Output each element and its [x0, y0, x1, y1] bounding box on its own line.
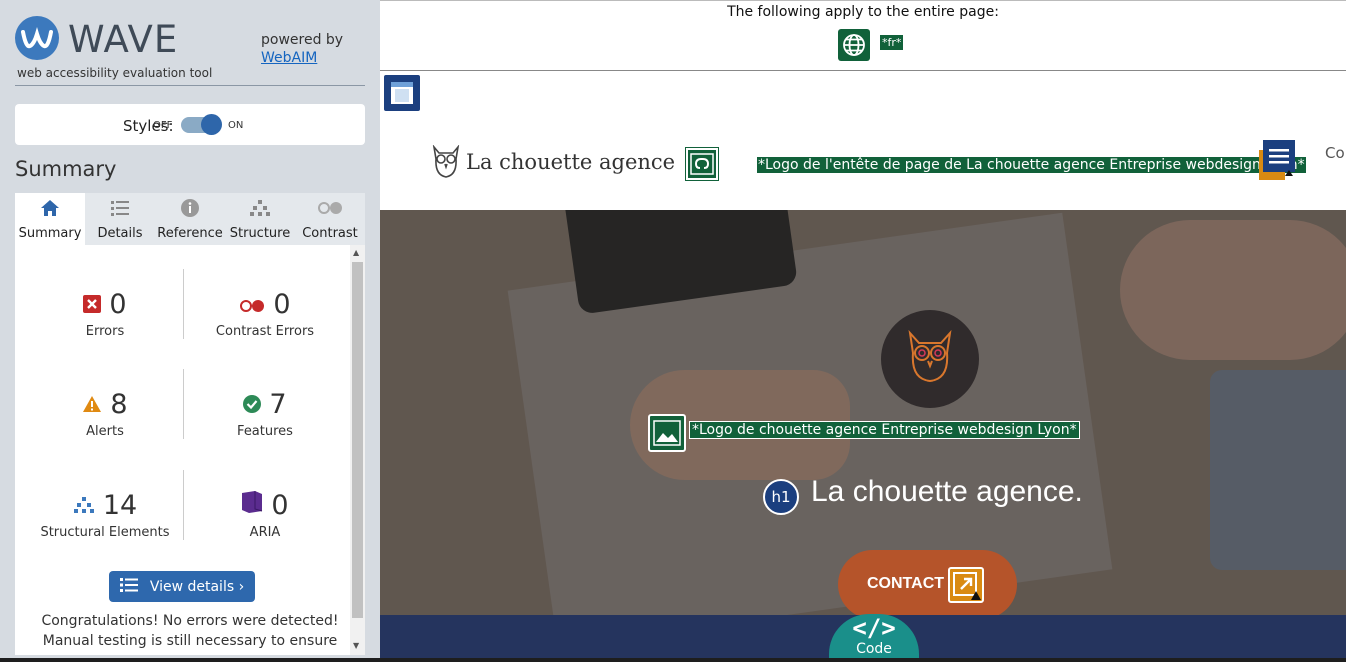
tab-label: Summary [18, 226, 82, 241]
brand-name[interactable]: La chouette agence [466, 150, 675, 174]
wave-tagline: web accessibility evaluation tool [17, 66, 213, 80]
alert-icon [82, 389, 102, 420]
contrast-error-icon [239, 289, 265, 320]
feature-icon [243, 389, 262, 420]
summary-panel: 0 Errors 0 Contrast Errors 8 Alerts 7 Fe… [15, 245, 365, 655]
toggle-knob[interactable] [201, 114, 222, 135]
wave-sidebar: WAVE web accessibility evaluation tool p… [0, 0, 380, 662]
structural-label: Structural Elements [40, 525, 170, 540]
home-icon [40, 199, 60, 221]
code-toggle-tab[interactable]: </> Code [829, 614, 919, 662]
tab-details[interactable]: Details [85, 193, 155, 245]
stat-alerts[interactable]: 8 Alerts [20, 389, 190, 439]
contrast-errors-count: 0 [273, 289, 291, 320]
hero-section: *Logo de chouette agence Entreprise webd… [380, 210, 1346, 615]
structure-icon [73, 490, 95, 521]
image-icon[interactable] [648, 414, 686, 452]
view-details-button[interactable]: View details › [109, 571, 255, 602]
tab-structure[interactable]: Structure [225, 193, 295, 245]
aria-label: ARIA [249, 525, 281, 540]
info-icon [180, 198, 200, 222]
page-preview: The following apply to the entire page: … [380, 0, 1346, 662]
stat-structural[interactable]: 14 Structural Elements [20, 490, 190, 540]
summary-heading: Summary [15, 157, 117, 181]
scroll-down-icon[interactable]: ▼ [353, 641, 359, 650]
stat-contrast-errors[interactable]: 0 Contrast Errors [180, 289, 350, 339]
aria-count: 0 [271, 490, 289, 521]
scroll-up-icon[interactable]: ▲ [353, 248, 359, 257]
hero-owl-logo [881, 310, 979, 408]
features-label: Features [237, 424, 293, 439]
hierarchy-icon [249, 199, 271, 221]
owl-logo-icon [905, 329, 955, 389]
toggle-off-label: OFF [153, 120, 173, 131]
language-globe-icon[interactable] [838, 29, 870, 61]
code-icon: </> [852, 614, 896, 642]
panel-tabs: Summary Details Reference Structure Cont… [15, 193, 365, 245]
tab-summary[interactable]: Summary [15, 193, 85, 245]
window-bottom-edge [0, 658, 1346, 662]
contrast-icon [317, 201, 343, 219]
alerts-label: Alerts [86, 424, 124, 439]
contact-button[interactable]: CONTACT [838, 550, 1017, 615]
divider [15, 85, 365, 86]
owl-logo-icon [431, 144, 461, 183]
errors-count: 0 [109, 289, 127, 320]
list-icon [119, 577, 138, 597]
panel-scrollbar[interactable]: ▲ ▼ [350, 245, 365, 655]
congrats-message: Congratulations! No errors were detected… [41, 613, 339, 649]
linked-image-icon[interactable] [685, 147, 719, 181]
site-header: La chouette agence *Logo de l'entête de … [380, 120, 1346, 210]
hero-title: La chouette agence. [811, 475, 1083, 508]
stat-errors[interactable]: 0 Errors [20, 289, 190, 339]
hero-alt-text: *Logo de chouette agence Entreprise webd… [689, 421, 1080, 439]
styles-toggle-switch[interactable] [181, 114, 222, 135]
scroll-thumb[interactable] [352, 262, 363, 618]
nav-link-partial[interactable]: Co [1325, 144, 1345, 162]
nav-list-icon[interactable] [1257, 140, 1297, 182]
stat-aria[interactable]: 0 ARIA [180, 490, 350, 540]
tab-label: Reference [157, 226, 223, 241]
webaim-link[interactable]: WebAIM [261, 50, 317, 66]
h1-heading-badge[interactable]: h1 [763, 479, 799, 515]
wave-logo-icon [15, 16, 59, 60]
contact-label: CONTACT [867, 575, 945, 592]
features-count: 7 [269, 389, 287, 420]
stat-features[interactable]: 7 Features [180, 389, 350, 439]
error-icon [83, 289, 102, 320]
tab-label: Structure [229, 226, 291, 241]
tab-label: Contrast [302, 226, 358, 241]
powered-by-text: powered by [261, 32, 344, 48]
wave-logo-text: WAVE [68, 18, 179, 61]
language-badge: *fr* [880, 35, 904, 50]
alerts-count: 8 [110, 389, 128, 420]
aria-icon [241, 490, 263, 521]
tab-contrast[interactable]: Contrast [295, 193, 365, 245]
header-alt-text: *Logo de l'entête de page de La chouette… [757, 157, 1306, 173]
header-region-icon[interactable] [384, 75, 420, 111]
tab-label: Details [97, 226, 143, 241]
tab-reference[interactable]: Reference [155, 193, 225, 245]
structural-count: 14 [102, 490, 138, 521]
link-alert-icon[interactable] [948, 567, 984, 603]
view-details-label: View details › [149, 578, 245, 595]
contrast-errors-label: Contrast Errors [215, 324, 315, 339]
toggle-on-label: ON [228, 120, 244, 131]
list-icon [110, 199, 130, 221]
code-label: Code [856, 641, 892, 657]
styles-toggle-panel: Styles: OFF ON [15, 104, 365, 145]
page-level-text: The following apply to the entire page: [727, 4, 999, 20]
errors-label: Errors [85, 324, 125, 339]
page-level-bar: The following apply to the entire page: … [380, 0, 1346, 71]
